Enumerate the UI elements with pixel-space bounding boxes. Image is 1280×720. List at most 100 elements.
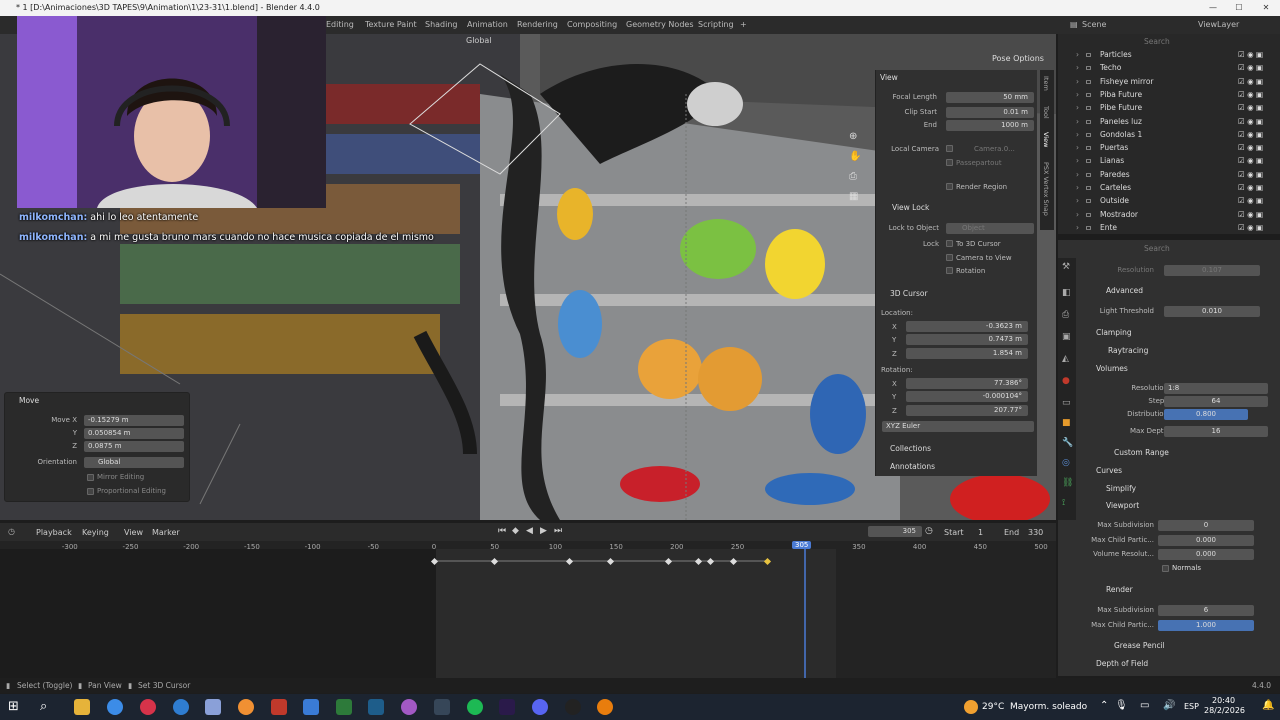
visibility-toggle-icons[interactable]: ☑ ◉ ▣ [1238, 75, 1263, 88]
visibility-toggle-icons[interactable]: ☑ ◉ ▣ [1238, 128, 1263, 141]
visibility-toggle-icons[interactable]: ☑ ◉ ▣ [1238, 88, 1263, 101]
resolution-field[interactable]: 0.107 [1164, 265, 1260, 276]
view-layer-selector[interactable]: ViewLayer [1198, 20, 1239, 29]
outliner-item[interactable]: › ▫ Piba Future ☑ ◉ ▣ [1058, 88, 1280, 101]
local-camera-checkbox[interactable] [946, 145, 953, 152]
expand-arrow-icon[interactable]: › [1076, 168, 1079, 181]
visibility-toggle-icons[interactable]: ☑ ◉ ▣ [1238, 154, 1263, 167]
visibility-toggle-icons[interactable]: ☑ ◉ ▣ [1238, 208, 1263, 221]
outliner-item[interactable]: › ▫ Carteles ☑ ◉ ▣ [1058, 181, 1280, 194]
vol-resolution-select[interactable]: 1:8 [1164, 383, 1268, 394]
jump-end-icon[interactable]: ⏭ [554, 526, 562, 536]
keying-menu[interactable]: Keying [82, 528, 109, 537]
custom-range-header[interactable]: Custom Range [1114, 448, 1169, 457]
mirror-editing-checkbox[interactable] [87, 474, 94, 481]
opera-icon[interactable] [140, 699, 156, 715]
image-app-icon[interactable] [303, 699, 319, 715]
move-panel-header[interactable]: Move [19, 396, 39, 405]
notifications-icon[interactable]: 🔔 [1262, 700, 1274, 711]
depth-of-field-header[interactable]: Depth of Field [1096, 659, 1148, 668]
expand-arrow-icon[interactable]: › [1076, 208, 1079, 221]
outliner-item[interactable]: › ▫ Paneles luz ☑ ◉ ▣ [1058, 115, 1280, 128]
close-button[interactable]: ✕ [1253, 0, 1279, 16]
render-tab-icon[interactable]: ◧ [1062, 288, 1071, 298]
discord-icon[interactable] [532, 699, 548, 715]
proportional-editing-checkbox[interactable] [87, 488, 94, 495]
paint-app-icon[interactable] [401, 699, 417, 715]
advanced-header[interactable]: Advanced [1106, 286, 1143, 295]
start-frame-field[interactable]: 1 [978, 528, 983, 537]
file-explorer-icon[interactable] [74, 699, 90, 715]
modifier-tab-icon[interactable]: 🔧 [1062, 438, 1073, 448]
move-x-field[interactable]: -0.15279 m [84, 415, 184, 426]
after-effects-icon[interactable] [499, 699, 515, 715]
tab-scripting[interactable]: Scripting [698, 20, 734, 29]
tab-texture-paint[interactable]: Texture Paint [365, 20, 417, 29]
play-icon[interactable]: ▶ [540, 526, 547, 536]
weather-temp[interactable]: 29°C [982, 702, 1004, 712]
current-frame-field[interactable]: 305 [868, 526, 922, 537]
editor-type-icon[interactable]: ◷ [8, 527, 15, 536]
cursor-location-x[interactable]: -0.3623 m [906, 321, 1028, 332]
expand-arrow-icon[interactable]: › [1076, 194, 1079, 207]
tray-chevron-icon[interactable]: ⌃ [1100, 700, 1108, 711]
v-app-icon[interactable] [368, 699, 384, 715]
visibility-toggle-icons[interactable]: ☑ ◉ ▣ [1238, 101, 1263, 114]
tab-tool[interactable]: Tool [1042, 106, 1050, 119]
focal-length-field[interactable]: 50 mm [946, 92, 1034, 103]
expand-arrow-icon[interactable]: › [1076, 115, 1079, 128]
outliner-item[interactable]: › ▫ Puertas ☑ ◉ ▣ [1058, 141, 1280, 154]
outliner-item[interactable]: › ▫ Outside ☑ ◉ ▣ [1058, 194, 1280, 207]
weather-text[interactable]: Mayorm. soleado [1010, 702, 1087, 712]
annotations-header[interactable]: Annotations [890, 462, 935, 471]
steps-field[interactable]: 64 [1164, 396, 1268, 407]
outliner-item[interactable]: › ▫ Paredes ☑ ◉ ▣ [1058, 168, 1280, 181]
move-y-field[interactable]: 0.050854 m [84, 428, 184, 439]
expand-arrow-icon[interactable]: › [1076, 48, 1079, 61]
max-subdivision-field[interactable]: 0 [1158, 520, 1254, 531]
cursor-rotation-z[interactable]: 207.77° [906, 405, 1028, 416]
maximize-button[interactable]: ☐ [1226, 0, 1252, 16]
clip-end-field[interactable]: 1000 m [946, 120, 1034, 131]
cursor-rotation-y[interactable]: -0.000104° [906, 391, 1028, 402]
collections-header[interactable]: Collections [890, 444, 931, 453]
view-lock-header[interactable]: View Lock [892, 203, 929, 212]
tab-editing[interactable]: Editing [326, 20, 354, 29]
marker-menu[interactable]: Marker [152, 528, 180, 537]
app-icon[interactable] [205, 699, 221, 715]
lock-to-object-field[interactable]: Object [946, 223, 1034, 234]
3d-cursor-header[interactable]: 3D Cursor [890, 289, 928, 298]
pan-hand-icon[interactable]: ✋ [849, 151, 861, 162]
simplify-viewport-header[interactable]: Viewport [1106, 501, 1139, 510]
visibility-toggle-icons[interactable]: ☑ ◉ ▣ [1238, 48, 1263, 61]
outliner-search[interactable]: Search [1144, 37, 1170, 46]
tab-item[interactable]: Item [1042, 76, 1050, 91]
tab-geometry-nodes[interactable]: Geometry Nodes [626, 20, 693, 29]
microphone-icon[interactable]: 🎙 [1115, 700, 1128, 711]
data-tab-icon[interactable]: ⟟ [1062, 498, 1065, 508]
clip-start-field[interactable]: 0.01 m [946, 107, 1034, 118]
orientation-select[interactable]: Global [84, 457, 184, 468]
view-section-header[interactable]: View [880, 73, 898, 82]
light-threshold-field[interactable]: 0.010 [1164, 306, 1260, 317]
scene-selector[interactable]: Scene [1082, 20, 1106, 29]
ortho-grid-icon[interactable]: ▦ [849, 191, 858, 202]
view-menu[interactable]: View [124, 528, 143, 537]
curves-header[interactable]: Curves [1096, 466, 1122, 475]
tool-app-icon[interactable] [434, 699, 450, 715]
visibility-toggle-icons[interactable]: ☑ ◉ ▣ [1238, 168, 1263, 181]
blender-taskbar-icon[interactable] [597, 699, 613, 715]
outliner-item[interactable]: › ▫ Mostrador ☑ ◉ ▣ [1058, 208, 1280, 221]
collection-tab-icon[interactable]: ▭ [1062, 398, 1071, 408]
video-app-icon[interactable] [271, 699, 287, 715]
playback-menu[interactable]: Playback [36, 528, 72, 537]
camera-view-icon[interactable]: ⎙ [849, 171, 857, 182]
tool-tab-icon[interactable]: ⚒ [1062, 262, 1070, 272]
move-z-field[interactable]: 0.0875 m [84, 441, 184, 452]
outliner-item[interactable]: › ▫ Lianas ☑ ◉ ▣ [1058, 154, 1280, 167]
render-max-child-field[interactable]: 1.000 [1158, 620, 1254, 631]
render-region-checkbox[interactable] [946, 183, 953, 190]
simplify-render-header[interactable]: Render [1106, 585, 1133, 594]
tab-rendering[interactable]: Rendering [517, 20, 558, 29]
clamping-header[interactable]: Clamping [1096, 328, 1132, 337]
